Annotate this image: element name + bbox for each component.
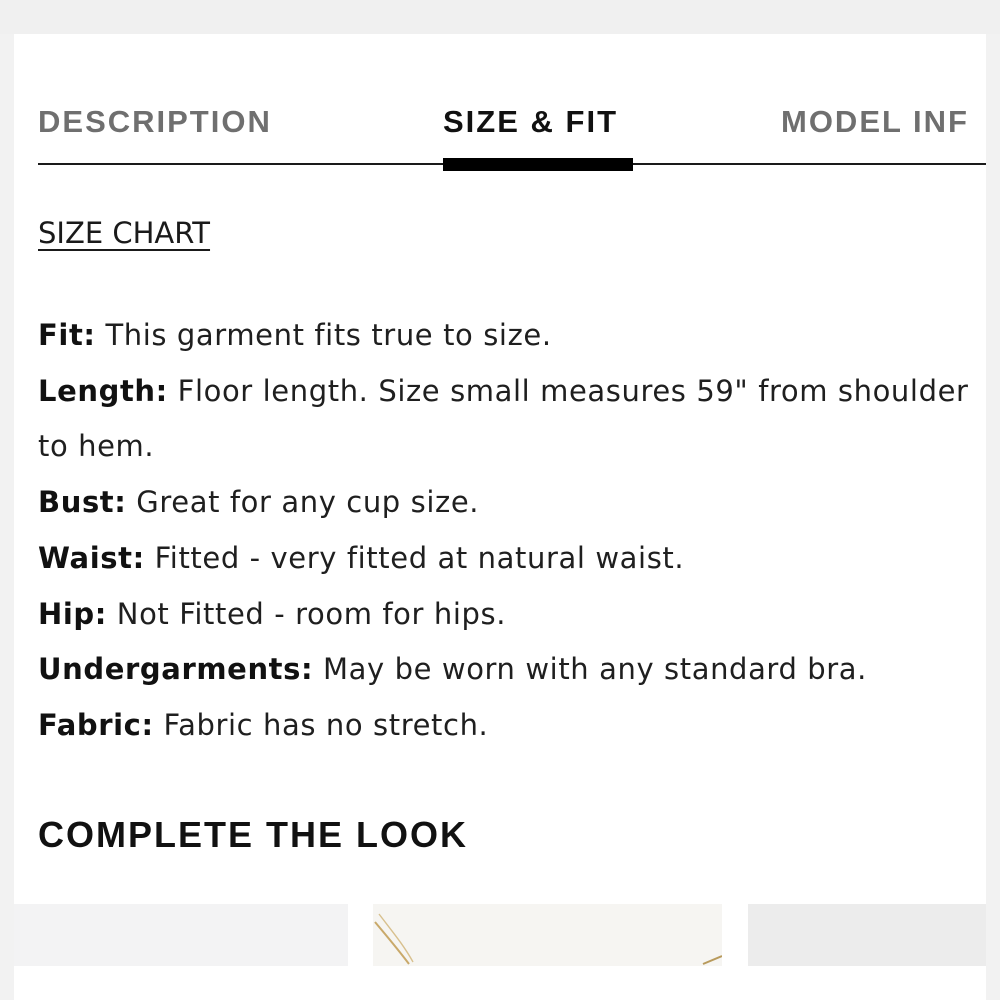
detail-label: Fit: xyxy=(38,318,96,352)
detail-text: Fitted - very fitted at natural waist. xyxy=(144,540,685,575)
top-background-strip xyxy=(0,0,1000,34)
look-product-thumbnail[interactable] xyxy=(14,904,348,966)
detail-text: Fabric has no stretch. xyxy=(153,707,489,742)
look-product-thumbnail[interactable] xyxy=(373,904,722,966)
detail-label: Waist: xyxy=(38,540,145,575)
left-margin xyxy=(0,34,14,1000)
detail-row-waist: Waist: Fitted - very fitted at natural w… xyxy=(38,531,978,587)
detail-text: Not Fitted - room for hips. xyxy=(106,596,507,631)
detail-text: May be worn with any standard bra. xyxy=(313,652,867,687)
detail-row-bust: Bust: Great for any cup size. xyxy=(38,475,978,531)
product-details-panel: DESCRIPTION SIZE & FIT MODEL INF SIZE CH… xyxy=(14,34,986,1000)
detail-label: Hip: xyxy=(38,596,107,631)
tab-size-fit[interactable]: SIZE & FIT xyxy=(443,104,618,140)
look-product-thumbnail[interactable] xyxy=(748,904,986,966)
complete-the-look-heading: COMPLETE THE LOOK xyxy=(38,814,468,855)
detail-label: Length: xyxy=(38,373,168,408)
detail-label: Bust: xyxy=(38,485,127,520)
detail-label: Fabric: xyxy=(38,707,154,742)
detail-text: Floor length. Size small measures 59" fr… xyxy=(38,373,969,464)
detail-row-fabric: Fabric: Fabric has no stretch. xyxy=(38,698,978,754)
detail-text: This garment fits true to size. xyxy=(95,318,552,352)
tab-model-info[interactable]: MODEL INF xyxy=(781,104,969,140)
size-fit-details: Fit: This garment fits true to size. Len… xyxy=(38,308,978,754)
thumbnail-row-bottom xyxy=(14,966,986,1000)
detail-text: Great for any cup size. xyxy=(126,485,480,520)
detail-row-undergarments: Undergarments: May be worn with any stan… xyxy=(38,642,978,698)
size-chart-link[interactable]: SIZE CHART xyxy=(38,216,210,250)
necklace-chain-image xyxy=(374,913,722,965)
detail-label: Undergarments: xyxy=(38,652,314,687)
detail-row-hip: Hip: Not Fitted - room for hips. xyxy=(38,587,978,643)
detail-row-fit: Fit: This garment fits true to size. xyxy=(38,308,978,364)
active-tab-indicator xyxy=(443,158,633,171)
tab-bar: DESCRIPTION SIZE & FIT MODEL INF xyxy=(38,104,986,166)
detail-row-length: Length: Floor length. Size small measure… xyxy=(38,364,978,475)
tab-description[interactable]: DESCRIPTION xyxy=(38,104,272,140)
right-margin xyxy=(986,34,1000,1000)
